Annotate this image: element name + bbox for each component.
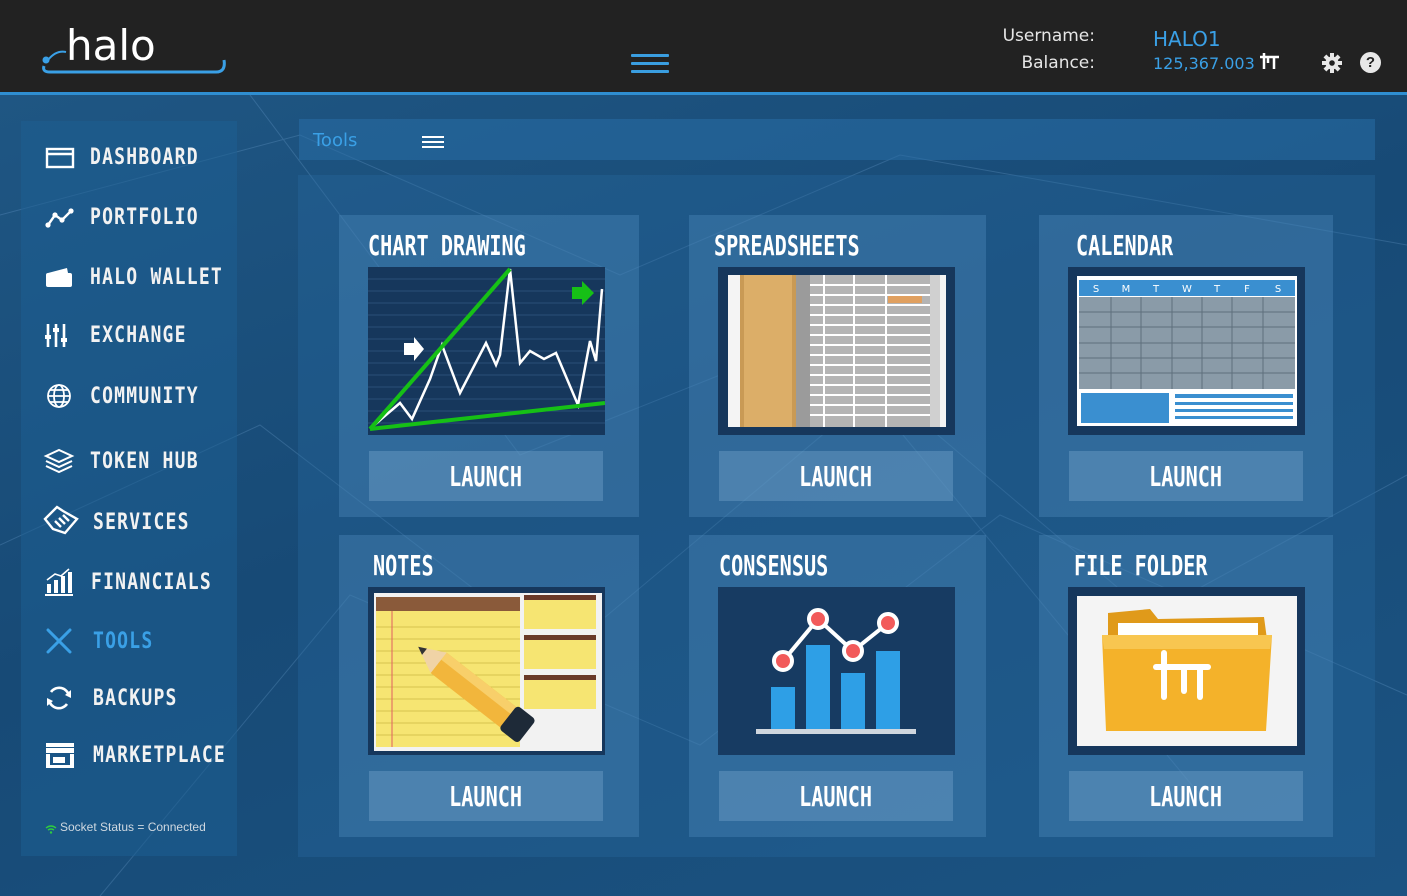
gear-icon[interactable]	[1321, 52, 1343, 74]
launch-button[interactable]: LAUNCH	[1069, 451, 1303, 501]
sidebar-item-services[interactable]: SERVICES	[21, 500, 237, 544]
sidebar-item-label: DASHBOARD	[90, 145, 199, 170]
socket-status-text: Socket Status = Connected	[60, 820, 206, 834]
sidebar-item-label: BACKUPS	[93, 686, 178, 711]
socket-status: Socket Status = Connected	[45, 820, 206, 835]
wifi-icon	[45, 823, 57, 835]
tool-title: FILE FOLDER	[1074, 549, 1208, 582]
handshake-icon	[43, 505, 79, 536]
weekday-label: T	[1213, 284, 1221, 295]
tool-card-file-folder: FILE FOLDER LAUNCH	[1039, 535, 1333, 837]
wallet-icon	[43, 263, 75, 291]
sidebar: DASHBOARD PORTFOLIO HALO WALLET EXCHANGE…	[21, 121, 237, 856]
sidebar-item-label: TOKEN HUB	[90, 449, 199, 474]
chart-drawing-thumbnail	[368, 267, 605, 435]
launch-button[interactable]: LAUNCH	[369, 451, 603, 501]
sidebar-item-exchange[interactable]: EXCHANGE	[21, 313, 237, 357]
launch-label: LAUNCH	[449, 459, 523, 493]
bar-chart-icon	[43, 568, 75, 596]
tools-icon	[43, 627, 75, 655]
sidebar-item-label: COMMUNITY	[90, 384, 199, 409]
notes-thumbnail	[368, 587, 605, 755]
sidebar-item-label: HALO WALLET	[90, 265, 224, 290]
weekday-label: M	[1122, 284, 1131, 295]
tool-title: CONSENSUS	[719, 549, 829, 582]
sidebar-item-dashboard[interactable]: DASHBOARD	[21, 135, 237, 179]
tool-title: NOTES	[373, 549, 434, 582]
sidebar-item-halo-wallet[interactable]: HALO WALLET	[21, 255, 237, 299]
breadcrumb-tools[interactable]: Tools	[313, 130, 357, 151]
line-graph-icon	[43, 203, 75, 231]
sidebar-item-label: TOOLS	[93, 629, 154, 654]
sidebar-item-label: EXCHANGE	[90, 323, 187, 348]
breadcrumb: Tools	[299, 119, 1375, 160]
tool-card-chart-drawing: CHART DRAWING LAUNCH	[339, 215, 639, 517]
tool-title: SPREADSHEETS	[714, 229, 860, 262]
tool-card-spreadsheets: SPREADSHEETS LAUNCH	[689, 215, 986, 517]
spreadsheet-thumbnail	[718, 267, 955, 435]
help-icon[interactable]: ?	[1360, 52, 1381, 73]
layers-icon	[43, 447, 75, 475]
calendar-thumbnail: S M T W T F S	[1068, 267, 1305, 435]
halo-coin-icon	[1259, 50, 1281, 72]
hamburger-menu-icon[interactable]	[631, 54, 669, 76]
tool-card-notes: NOTES LAUNCH	[339, 535, 639, 837]
launch-label: LAUNCH	[1149, 459, 1223, 493]
launch-label: LAUNCH	[1149, 779, 1223, 813]
storefront-icon	[43, 741, 75, 769]
tool-title: CALENDAR	[1076, 229, 1174, 262]
weekday-label: S	[1275, 284, 1281, 295]
sidebar-item-financials[interactable]: FINANCIALS	[21, 560, 237, 604]
tool-title: CHART DRAWING	[368, 229, 526, 262]
launch-button[interactable]: LAUNCH	[719, 771, 953, 821]
sidebar-item-token-hub[interactable]: TOKEN HUB	[21, 439, 237, 483]
browser-window-icon	[43, 143, 75, 171]
sidebar-item-label: FINANCIALS	[91, 570, 212, 595]
file-folder-thumbnail	[1068, 587, 1305, 755]
sidebar-item-marketplace[interactable]: MARKETPLACE	[21, 733, 237, 777]
sidebar-item-label: PORTFOLIO	[90, 205, 199, 230]
launch-label: LAUNCH	[799, 459, 873, 493]
sidebar-item-label: SERVICES	[93, 510, 190, 535]
weekday-label: F	[1244, 284, 1250, 295]
logo-text: halo	[66, 22, 156, 70]
balance-label: Balance:	[1021, 53, 1095, 73]
sidebar-item-backups[interactable]: BACKUPS	[21, 676, 237, 720]
launch-button[interactable]: LAUNCH	[719, 451, 953, 501]
username-value: HALO1	[1153, 27, 1221, 51]
tool-card-consensus: CONSENSUS LAUNCH	[689, 535, 986, 837]
launch-button[interactable]: LAUNCH	[369, 771, 603, 821]
consensus-chart-thumbnail	[718, 587, 955, 755]
username-label: Username:	[1002, 26, 1095, 46]
weekday-label: S	[1093, 284, 1099, 295]
sidebar-item-label: MARKETPLACE	[93, 743, 227, 768]
weekday-label: T	[1152, 284, 1160, 295]
launch-label: LAUNCH	[449, 779, 523, 813]
refresh-icon	[43, 684, 75, 712]
sliders-icon	[43, 321, 75, 349]
launch-button[interactable]: LAUNCH	[1069, 771, 1303, 821]
sidebar-item-tools[interactable]: TOOLS	[21, 619, 237, 663]
weekday-label: W	[1182, 284, 1192, 295]
globe-icon	[43, 382, 75, 410]
launch-label: LAUNCH	[799, 779, 873, 813]
hamburger-menu-icon[interactable]	[422, 136, 444, 149]
halo-logo[interactable]: halo	[38, 21, 228, 76]
balance-value: 125,367.003	[1153, 54, 1255, 73]
tool-card-calendar: CALENDAR S M T W T F S LAUNCH	[1039, 215, 1333, 517]
top-bar: halo Username: Balance: HALO1 125,367.00…	[0, 0, 1407, 95]
sidebar-item-community[interactable]: COMMUNITY	[21, 374, 237, 418]
sidebar-item-portfolio[interactable]: PORTFOLIO	[21, 195, 237, 239]
